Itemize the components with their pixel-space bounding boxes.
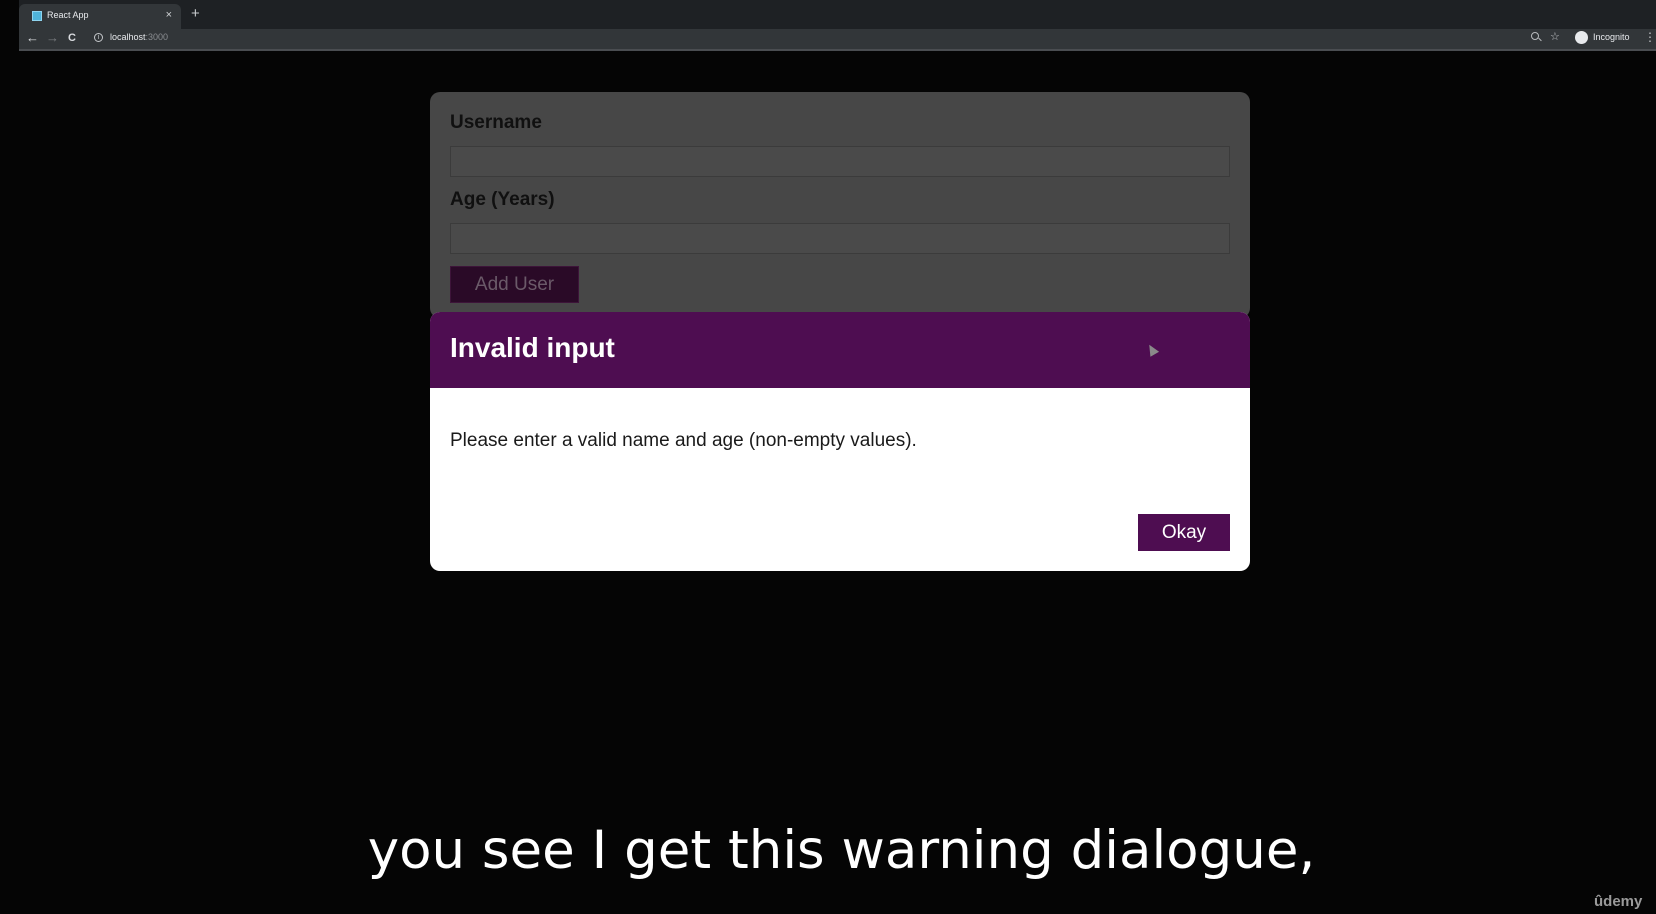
- browser-tab[interactable]: React App ×: [19, 4, 181, 29]
- age-label: Age (Years): [450, 189, 555, 210]
- video-subtitle: you see I get this warning dialogue,: [367, 820, 1316, 881]
- modal-title: Invalid input: [450, 332, 615, 363]
- close-tab-icon[interactable]: ×: [166, 8, 172, 22]
- zoom-icon[interactable]: [1531, 32, 1539, 40]
- url-host: localhost: [110, 32, 146, 42]
- modal-header: Invalid input: [430, 312, 1250, 388]
- forward-icon[interactable]: →: [46, 30, 59, 46]
- error-modal: Invalid input Please enter a valid name …: [430, 312, 1250, 571]
- username-label: Username: [450, 112, 542, 133]
- add-user-form: Username Age (Years) Add User: [430, 92, 1250, 318]
- info-icon[interactable]: i: [94, 33, 103, 42]
- okay-button[interactable]: Okay: [1138, 514, 1230, 551]
- reload-icon[interactable]: C: [68, 30, 76, 46]
- react-favicon-icon: [32, 11, 42, 21]
- browser-tab-bar: React App × +: [19, 0, 1656, 29]
- incognito-icon[interactable]: [1575, 31, 1588, 44]
- address-bar[interactable]: localhost:3000: [110, 32, 168, 42]
- username-input[interactable]: [450, 146, 1230, 177]
- browser-toolbar: ← → C i localhost:3000 ☆ Incognito ⋮: [19, 29, 1656, 51]
- menu-icon[interactable]: ⋮: [1644, 30, 1656, 44]
- new-tab-icon[interactable]: +: [191, 5, 200, 23]
- incognito-label[interactable]: Incognito: [1593, 32, 1630, 42]
- udemy-watermark: ûdemy: [1594, 893, 1643, 910]
- star-icon[interactable]: ☆: [1550, 30, 1560, 44]
- tab-title: React App: [47, 10, 89, 20]
- add-user-button[interactable]: Add User: [450, 266, 579, 303]
- age-input[interactable]: [450, 223, 1230, 254]
- back-icon[interactable]: ←: [26, 30, 39, 46]
- url-port: :3000: [145, 32, 169, 42]
- modal-message: Please enter a valid name and age (non-e…: [450, 430, 917, 451]
